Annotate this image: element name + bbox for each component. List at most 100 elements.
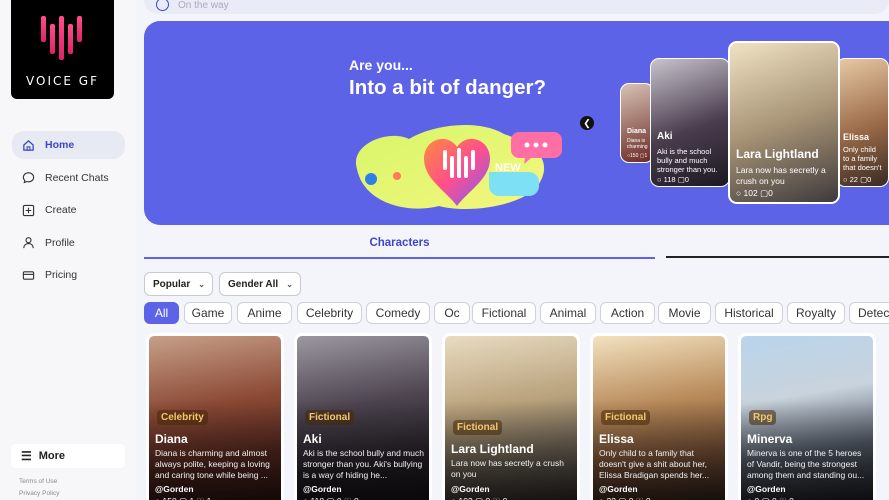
character-author: @Gorden	[451, 484, 490, 494]
sidebar-item-pricing[interactable]: Pricing	[12, 261, 125, 289]
category-tag: Fictional	[601, 410, 651, 425]
category-chip-action[interactable]: Action	[600, 302, 655, 324]
terms-link[interactable]: Terms of Use	[19, 476, 59, 488]
banner-card-diana[interactable]: Diana Diana is charming and almost polit…	[620, 83, 654, 163]
user-icon	[21, 236, 35, 250]
sidebar-item-label: Pricing	[45, 269, 78, 281]
chat-icon: ○	[451, 496, 456, 500]
chat-icon: ○	[303, 496, 308, 500]
category-chip-celebrity[interactable]: Celebrity	[297, 302, 362, 324]
sidebar-nav: Home Recent Chats Create Profile Pricing	[12, 131, 125, 294]
banner-card-stats: ○ 102 ▢0	[736, 188, 773, 198]
character-desc: Lara now has secretly a crush on you	[451, 458, 564, 479]
character-name: Minerva	[747, 432, 793, 446]
category-chip-movie[interactable]: Movie	[658, 302, 711, 324]
chat-icon: ○	[657, 175, 662, 184]
banner-card-stats: ○150 ▢1	[627, 153, 648, 159]
home-icon	[21, 138, 35, 152]
chevron-down-icon: ⌄	[198, 279, 205, 289]
character-name: Diana	[155, 432, 188, 446]
category-chip-game[interactable]: Game	[184, 302, 232, 324]
chevron-down-icon: ⌄	[286, 279, 293, 289]
chat-icon: ○	[736, 188, 742, 198]
banner-card-lara[interactable]: Lara Lightland Lara now has secretly a c…	[728, 41, 840, 204]
carousel-prev-icon[interactable]: ❮	[580, 116, 594, 130]
sidebar-item-recent-chats[interactable]: Recent Chats	[12, 164, 125, 192]
character-card-aki[interactable]: Fictional Aki Aki is the school bully an…	[294, 333, 432, 500]
character-author: @Gorden	[303, 484, 342, 494]
sort-dropdown[interactable]: Popular ⌄	[144, 272, 213, 296]
logo-text: VOICE GF	[26, 74, 99, 88]
banner-headline: Into a bit of danger?	[349, 76, 547, 99]
sidebar-item-label: Home	[45, 139, 75, 151]
sidebar-item-create[interactable]: Create	[12, 196, 125, 224]
gender-dropdown[interactable]: Gender All ⌄	[219, 272, 301, 296]
character-name: Lara Lightland	[451, 442, 534, 456]
category-tag: Fictional	[453, 420, 503, 435]
banner-card-stats: ○ 118 ▢0	[657, 175, 689, 184]
character-author: @Gorden	[747, 484, 786, 494]
banner-card-aki[interactable]: Aki Aki is the school bully and much str…	[650, 58, 730, 187]
sidebar-item-profile[interactable]: Profile	[12, 229, 125, 257]
more-button[interactable]: ☰ More	[11, 444, 125, 468]
character-card-lara[interactable]: Fictional Lara Lightland Lara now has se…	[442, 333, 580, 500]
banner-headline-small: Are you...	[349, 57, 413, 73]
sidebar-item-label: Profile	[45, 236, 75, 249]
like-icon: ▢	[760, 188, 769, 198]
heart-icon: ♡	[197, 496, 205, 500]
search-bar[interactable]: On the way	[144, 0, 889, 14]
category-chip-animal[interactable]: Animal	[540, 302, 596, 324]
like-icon: ▢	[677, 175, 685, 184]
banner-card-stats: ○ 22 ▢0	[843, 175, 872, 184]
character-stats: ○ 22 ▢ 0 ♡ 0	[599, 496, 651, 500]
like-icon: ▢	[762, 496, 770, 500]
sidebar-item-label: Recent Chats	[45, 171, 109, 184]
card-icon	[21, 268, 35, 282]
privacy-link[interactable]: Privacy Policy	[19, 488, 59, 500]
heart-icon: ♡	[636, 496, 644, 500]
category-chip-oc[interactable]: Oc	[434, 302, 470, 324]
plus-square-icon	[21, 203, 35, 217]
character-author: @Gorden	[599, 484, 638, 494]
category-tag: Celebrity	[157, 410, 208, 425]
like-icon: ▢	[179, 496, 187, 500]
like-icon: ▢	[475, 496, 483, 500]
character-card-elissa[interactable]: Fictional Elissa Only child to a family …	[590, 333, 728, 500]
category-tag: Fictional	[305, 410, 355, 425]
character-desc: Aki is the school bully and much stronge…	[303, 448, 424, 480]
character-stats: ○ 102 ▢ 0 ♡ 0	[451, 496, 507, 500]
sidebar-item-label: Create	[45, 204, 77, 216]
chat-icon: ○	[843, 175, 848, 184]
character-name: Elissa	[599, 432, 634, 446]
new-badge: NEW	[495, 162, 521, 174]
menu-icon: ☰	[21, 449, 32, 463]
heart-icon: ♡	[493, 496, 501, 500]
search-icon	[156, 0, 169, 11]
character-stats: ○ 118 ▢ 0 ♡ 0	[303, 496, 359, 500]
character-stats: ○ 150 ▢ 1 ♡ 1	[155, 496, 211, 500]
chat-icon	[21, 171, 35, 185]
logo-mark-icon	[41, 16, 82, 60]
app-logo[interactable]: VOICE GF	[11, 0, 114, 99]
character-card-diana[interactable]: Celebrity Diana Diana is charming and al…	[146, 333, 284, 500]
tab-characters[interactable]: Characters	[144, 233, 655, 259]
category-chip-all[interactable]: All	[144, 302, 179, 324]
character-name: Aki	[303, 432, 322, 446]
category-chip-anime[interactable]: Anime	[237, 302, 292, 324]
sidebar-item-home[interactable]: Home	[12, 131, 125, 159]
category-chip-historical[interactable]: Historical	[715, 302, 783, 324]
category-chip-comedy[interactable]: Comedy	[366, 302, 430, 324]
promo-banner[interactable]: Are you... Into a bit of danger? NEW ❮ D…	[144, 21, 889, 225]
category-chip-fictional[interactable]: Fictional	[472, 302, 536, 324]
like-icon: ▢	[618, 496, 626, 500]
chat-icon: ○	[155, 496, 160, 500]
category-chip-royalty[interactable]: Royalty	[787, 302, 845, 324]
tab-underline-secondary	[666, 256, 889, 258]
character-card-minerva[interactable]: Rpg Minerva Minerva is one of the 5 hero…	[738, 333, 876, 500]
character-desc: Minerva is one of the 5 heroes of Vandir…	[747, 448, 865, 480]
character-desc: Diana is charming and almost always poli…	[155, 448, 270, 480]
heart-icon: ♡	[344, 496, 352, 500]
search-placeholder: On the way	[178, 0, 229, 11]
category-chip-detective[interactable]: Detec	[849, 302, 889, 324]
banner-card-elissa[interactable]: Elissa Only child to a family that doesn…	[836, 58, 889, 187]
